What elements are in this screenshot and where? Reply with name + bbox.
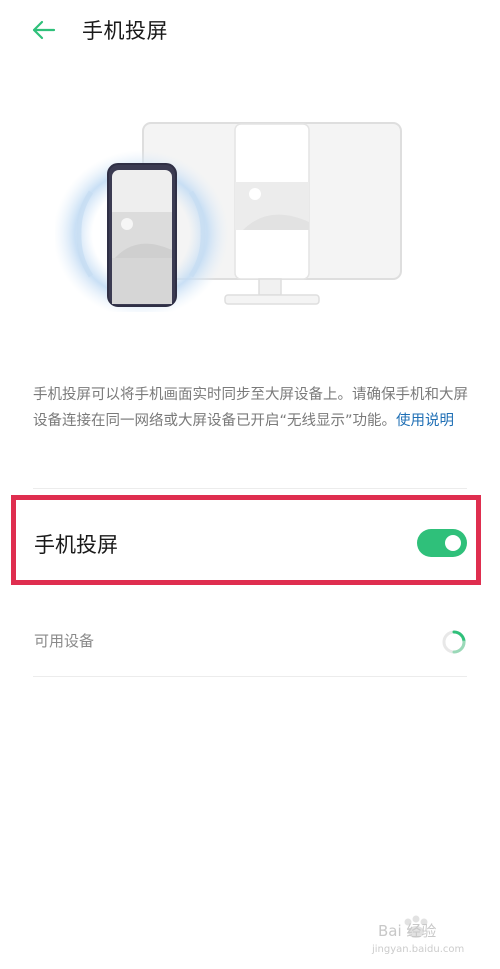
phone	[107, 163, 177, 307]
page-title: 手机投屏	[82, 19, 168, 43]
divider	[33, 488, 467, 489]
arrow-left-icon	[32, 20, 56, 40]
watermark-subtext: jingyan.baidu.com	[372, 944, 465, 955]
description-text: 手机投屏可以将手机画面实时同步至大屏设备上。请确保手机和大屏设备连接在同一网络或…	[33, 382, 473, 434]
available-devices-label: 可用设备	[34, 632, 95, 650]
available-devices-row: 可用设备	[0, 610, 500, 670]
help-link[interactable]: 使用说明	[396, 413, 454, 429]
divider	[33, 676, 467, 677]
highlight-box	[11, 495, 481, 585]
back-button[interactable]	[26, 14, 62, 46]
app-header: 手机投屏	[0, 0, 500, 60]
watermark-text: Bai 经验	[378, 922, 437, 940]
screen-cast-illustration	[55, 122, 402, 312]
loading-spinner-icon	[442, 630, 466, 654]
